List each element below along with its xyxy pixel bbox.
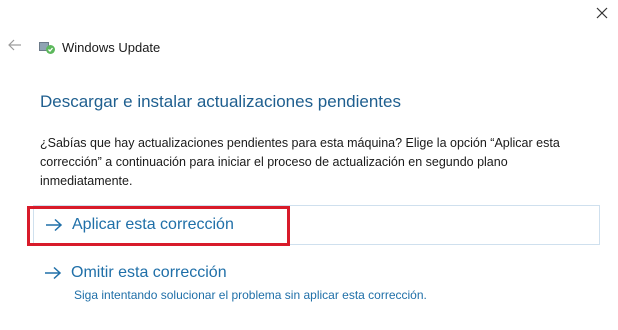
description-text: ¿Sabías que hay actualizaciones pendient…: [40, 136, 560, 188]
arrow-right-icon: [44, 217, 64, 233]
header-bar: Windows Update: [0, 34, 160, 60]
troubleshooter-window: Windows Update Descargar e instalar actu…: [0, 0, 618, 330]
skip-fix-description: Siga intentando solucionar el problema s…: [74, 288, 427, 302]
skip-fix-label: Omitir esta corrección: [71, 264, 227, 281]
apply-fix-label: Aplicar esta corrección: [72, 216, 234, 233]
close-button[interactable]: [590, 3, 614, 27]
page-title: Descargar e instalar actualizaciones pen…: [40, 92, 401, 111]
close-icon: [596, 6, 608, 24]
apply-fix-option[interactable]: Aplicar esta corrección: [33, 205, 600, 245]
back-button[interactable]: [2, 34, 28, 60]
arrow-right-icon: [43, 265, 63, 281]
back-arrow-icon: [8, 38, 22, 56]
app-title: Windows Update: [62, 39, 161, 55]
windows-update-icon: [38, 38, 56, 56]
skip-fix-option[interactable]: Omitir esta corrección Siga intentando s…: [33, 262, 600, 306]
